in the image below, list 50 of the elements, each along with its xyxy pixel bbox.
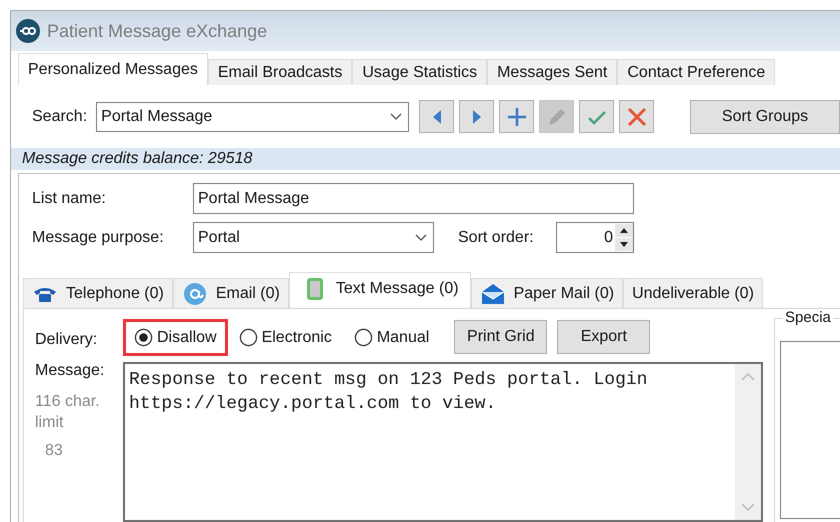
radio-circle-icon <box>134 328 153 347</box>
field-label: List name: <box>32 190 107 208</box>
caret-icon <box>415 234 427 242</box>
purpose-dropdown[interactable]: Portal <box>193 222 434 253</box>
window-title: Patient Message eXchange <box>47 20 268 42</box>
field-label: Delivery: <box>35 330 98 349</box>
next-button[interactable] <box>459 100 494 133</box>
field-label: Sort order: <box>458 228 535 246</box>
credits-balance: Message credits balance: 29518 <box>11 148 840 170</box>
tab[interactable]: Email Broadcasts <box>208 59 352 85</box>
tab[interactable]: Undeliverable (0) <box>623 278 763 308</box>
radio-circle-icon <box>354 328 373 347</box>
field-label: Search: <box>32 108 88 126</box>
tab[interactable]: Messages Sent <box>487 59 618 85</box>
tab[interactable]: Text Message (0) <box>288 272 471 308</box>
sort-groups-button[interactable]: Sort Groups <box>690 100 840 134</box>
field-label: Message: <box>35 362 106 380</box>
search-dropdown[interactable]: Portal Message <box>96 102 410 132</box>
at-sign-icon <box>182 282 208 306</box>
tab[interactable]: Usage Statistics <box>352 59 488 85</box>
remaining-count: 83 <box>45 442 64 460</box>
export-button[interactable]: Export <box>557 320 650 354</box>
field-label: Message purpose: <box>32 228 165 246</box>
delete-button[interactable] <box>619 100 654 133</box>
envelope-icon <box>480 282 506 306</box>
group-title: Specia <box>783 309 833 326</box>
tab[interactable]: Paper Mail (0) <box>470 278 624 308</box>
sort-order-spinner[interactable]: 0 <box>556 222 634 253</box>
char-limit-text: 116 char. limit <box>35 392 101 433</box>
spinner-arrows-icon <box>615 224 633 251</box>
radio-circle-icon <box>238 328 258 347</box>
print-grid-button[interactable]: Print Grid <box>454 320 548 354</box>
tab[interactable]: Telephone (0) <box>23 278 173 308</box>
previous-icon <box>432 110 441 124</box>
next-icon <box>472 110 481 124</box>
list-name-field[interactable]: Portal Message <box>193 183 634 214</box>
checkmark-button[interactable] <box>579 100 614 133</box>
add-button[interactable] <box>499 100 534 133</box>
tab[interactable]: Personalized Messages <box>18 53 208 85</box>
message-field[interactable]: Response to recent msg on 123 Peds portal. Login https://legacy.portal.com to view. <box>123 362 763 522</box>
radio-button[interactable]: Electronic <box>228 319 343 356</box>
previous-button[interactable] <box>419 100 454 133</box>
scrollbar[interactable] <box>735 364 761 520</box>
logo-icon <box>16 19 40 43</box>
radio-button[interactable]: Manual <box>342 319 440 356</box>
caret-icon <box>390 112 402 120</box>
radio-button[interactable]: Disallow <box>123 319 228 356</box>
tab[interactable]: Contact Preference <box>617 59 776 85</box>
tab[interactable]: Email (0) <box>172 278 289 308</box>
list-box[interactable] <box>780 341 840 519</box>
